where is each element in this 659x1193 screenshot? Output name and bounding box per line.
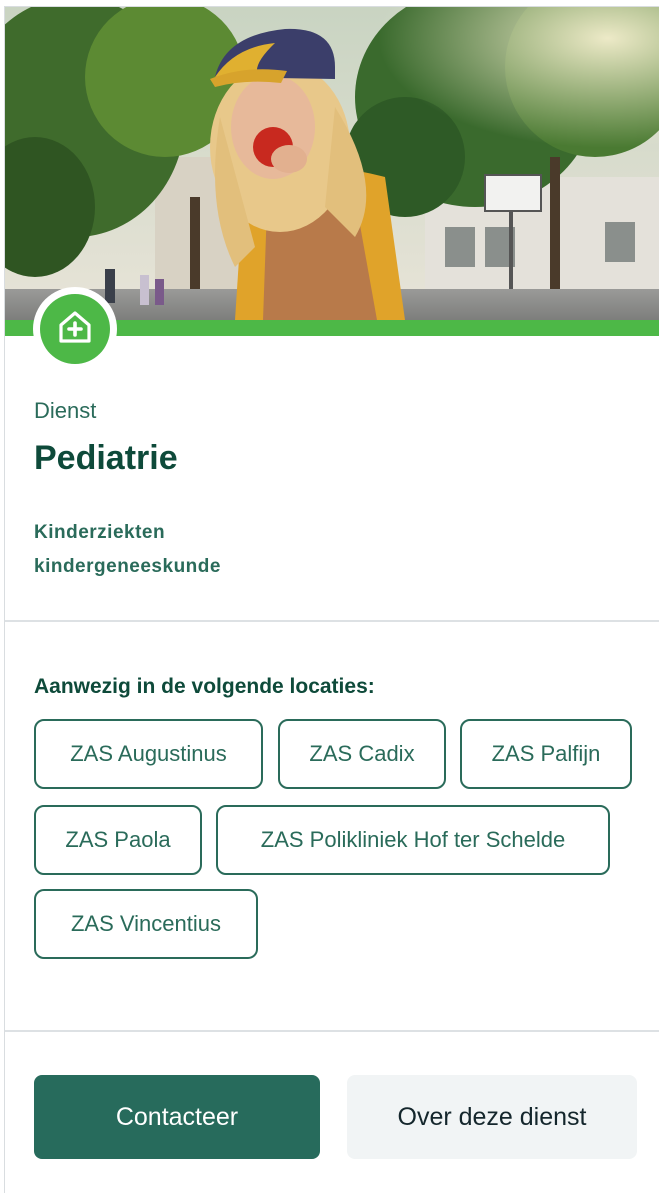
service-type-label: Dienst bbox=[34, 398, 97, 423]
house-plus-icon bbox=[55, 307, 95, 352]
location-chip-cadix[interactable]: ZAS Cadix bbox=[278, 719, 446, 789]
section-divider bbox=[5, 620, 659, 622]
section-divider bbox=[5, 1030, 659, 1032]
badge-circle bbox=[40, 294, 110, 364]
page-title: Pediatrie bbox=[34, 439, 178, 477]
location-chip-hof-ter-schelde[interactable]: ZAS Polikliniek Hof ter Schelde bbox=[216, 805, 610, 875]
about-service-button[interactable]: Over deze dienst bbox=[347, 1075, 637, 1159]
location-chip-paola[interactable]: ZAS Paola bbox=[34, 805, 202, 875]
keyword: kindergeneeskunde bbox=[34, 556, 221, 577]
hero-photo bbox=[5, 7, 659, 320]
service-card: Dienst Pediatrie Kinderziekten kindergen… bbox=[4, 6, 659, 1193]
keyword: Kinderziekten bbox=[34, 522, 166, 543]
location-chip-augustinus[interactable]: ZAS Augustinus bbox=[34, 719, 263, 789]
contact-button[interactable]: Contacteer bbox=[34, 1075, 320, 1159]
location-chip-palfijn[interactable]: ZAS Palfijn bbox=[460, 719, 632, 789]
service-badge bbox=[33, 287, 117, 371]
location-chip-vincentius[interactable]: ZAS Vincentius bbox=[34, 889, 258, 959]
service-keywords: Kinderziekten kindergeneeskunde bbox=[34, 516, 221, 584]
locations-heading: Aanwezig in de volgende locaties: bbox=[34, 675, 375, 698]
